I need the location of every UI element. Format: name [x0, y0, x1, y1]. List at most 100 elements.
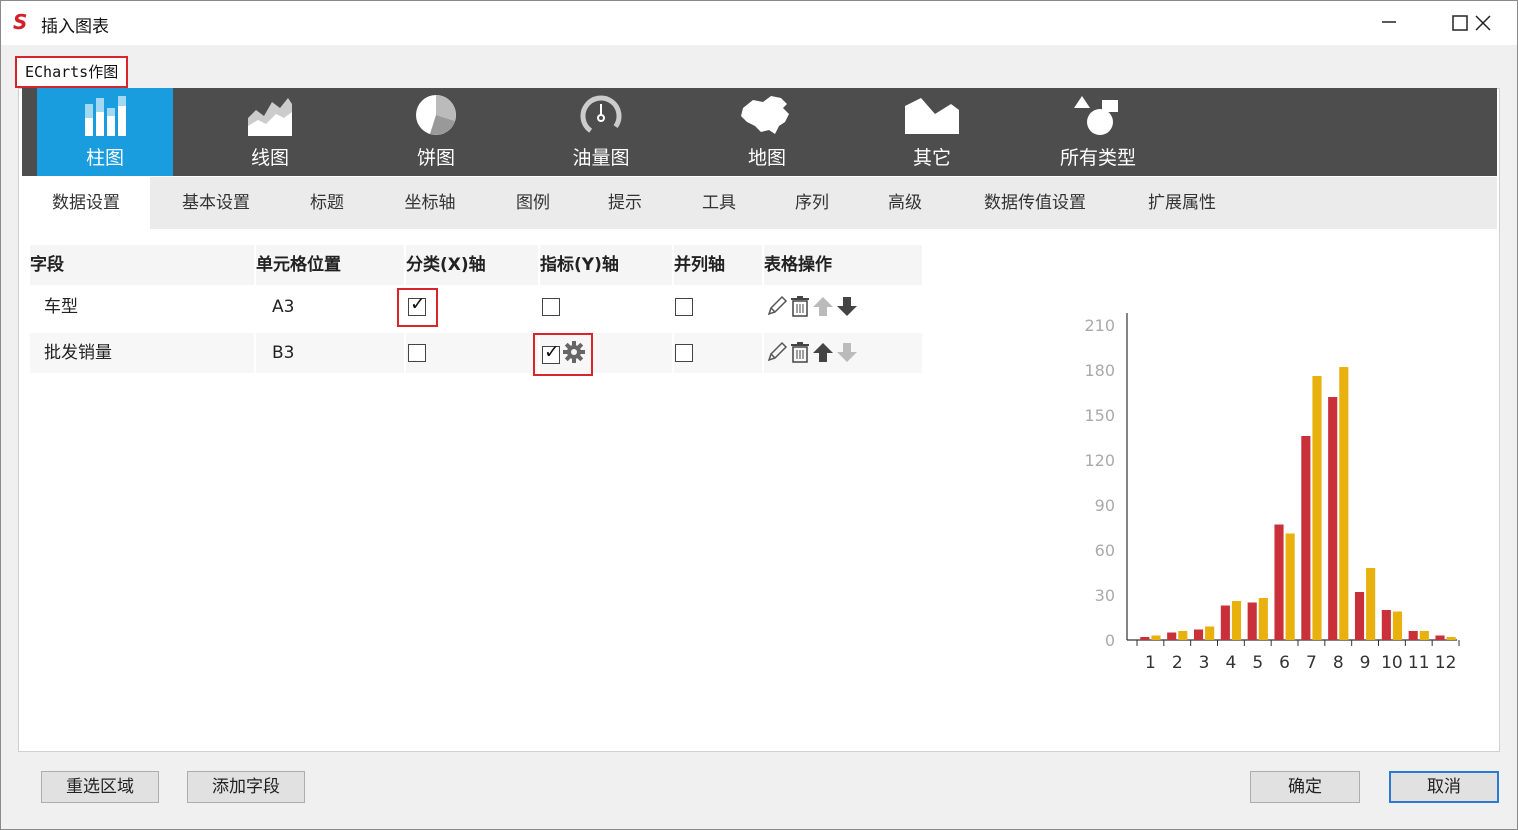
bar: [1446, 637, 1456, 640]
add-field-button[interactable]: 添加字段: [187, 771, 305, 803]
bar: [1381, 610, 1391, 640]
chart-preview: 03060901201501802101 2 3 4 5 6 7 8 9 10 11 12: [1084, 313, 1460, 673]
bar: [1285, 533, 1295, 640]
x-tick-label: 12: [1435, 653, 1457, 673]
x-tick-label: 1: [1145, 653, 1156, 673]
y-tick-label: 60: [1095, 541, 1115, 560]
bar-chart-icon: [85, 96, 126, 136]
chart-type-map[interactable]: 地图: [715, 88, 819, 176]
move-down-icon[interactable]: [836, 295, 858, 317]
y-tick-label: 120: [1084, 451, 1115, 470]
highlight-box: [533, 333, 593, 376]
y-tick-label: 30: [1095, 586, 1115, 605]
highlight-box: [397, 288, 438, 327]
bar: [1435, 635, 1445, 640]
row-actions: [766, 341, 858, 363]
bar: [1328, 397, 1338, 640]
x-tick-label: 9: [1360, 653, 1371, 673]
cancel-button[interactable]: 取消: [1389, 771, 1499, 803]
tab-series[interactable]: 序列: [777, 177, 847, 229]
bar: [1220, 605, 1230, 640]
y-axis-checkbox[interactable]: [542, 298, 560, 316]
x-tick-label: 8: [1333, 653, 1344, 673]
x-tick-label: 3: [1199, 653, 1210, 673]
chart-type-bar-chart[interactable]: 柱图: [37, 88, 173, 176]
tab-advanced[interactable]: 高级: [870, 177, 940, 229]
chart-type-pie-chart[interactable]: 饼图: [384, 88, 488, 176]
chart-type-all[interactable]: 所有类型: [1046, 88, 1150, 176]
ok-button[interactable]: 确定: [1250, 771, 1360, 803]
edit-pencil-icon[interactable]: [766, 295, 788, 317]
settings-tabs: 数据设置 基本设置 标题 坐标轴 图例 提示 工具 序列 高级 数据传值设置 扩…: [22, 177, 1497, 229]
chart-type-label: 其它: [912, 147, 951, 169]
minimize-button[interactable]: [1366, 0, 1412, 44]
move-up-icon: [813, 297, 833, 316]
chart-type-label: 所有类型: [1059, 147, 1136, 169]
tab-tooltip[interactable]: 提示: [590, 177, 660, 229]
edit-pencil-icon[interactable]: [766, 341, 788, 363]
line-chart-icon: [248, 98, 292, 136]
column-header-cell: 单元格位置: [256, 245, 404, 285]
chart-type-gauge[interactable]: 油量图: [549, 88, 653, 176]
bar: [1354, 592, 1365, 640]
tab-data-settings[interactable]: 数据设置: [22, 177, 150, 229]
chart-type-label: 饼图: [416, 147, 455, 169]
chart-type-other[interactable]: 其它: [880, 88, 984, 176]
column-header-field: 字段: [30, 245, 254, 285]
china-map-icon: [741, 96, 789, 134]
x-tick-label: 10: [1381, 653, 1403, 673]
window-title: 插入图表: [41, 17, 109, 37]
x-axis-checkbox[interactable]: [408, 344, 426, 362]
reselect-area-button[interactable]: 重选区域: [41, 771, 159, 803]
move-down-icon: [837, 343, 857, 362]
pie-chart-icon: [416, 95, 456, 135]
bar: [1366, 568, 1376, 640]
delete-trash-icon[interactable]: [790, 341, 810, 363]
row-cell-position: A3: [256, 287, 404, 327]
shapes-icon: [1074, 96, 1118, 135]
tab-legend[interactable]: 图例: [498, 177, 568, 229]
tab-extended-properties[interactable]: 扩展属性: [1134, 177, 1230, 229]
bar: [1339, 367, 1349, 640]
x-tick-label: 5: [1252, 653, 1263, 673]
other-chart-icon: [905, 98, 959, 134]
x-tick-label: 7: [1306, 653, 1317, 673]
move-up-icon[interactable]: [812, 341, 834, 363]
x-tick-label: 6: [1279, 653, 1290, 673]
chart-type-label: 油量图: [572, 147, 630, 169]
tab-tools[interactable]: 工具: [684, 177, 754, 229]
close-icon: [1475, 15, 1491, 31]
bar: [1151, 635, 1161, 640]
bar: [1301, 436, 1311, 640]
bar: [1231, 601, 1242, 640]
chart-type-line-chart[interactable]: 线图: [218, 88, 322, 176]
parallel-axis-checkbox[interactable]: [675, 298, 693, 316]
column-header-parallel: 并列轴: [674, 245, 762, 285]
column-header-x-axis: 分类(X)轴: [406, 245, 538, 285]
tab-title[interactable]: 标题: [292, 177, 362, 229]
y-tick-label: 210: [1084, 316, 1115, 335]
x-tick-label: 11: [1408, 653, 1430, 673]
bar: [1205, 626, 1215, 640]
chart-type-bar: 柱图 线图 饼图 油量图 地图 其它 所有类型: [22, 88, 1497, 176]
tab-axis[interactable]: 坐标轴: [390, 177, 470, 229]
bar: [1312, 376, 1322, 640]
chart-type-label: 线图: [250, 147, 289, 169]
bar: [1392, 611, 1403, 640]
tab-basic-settings[interactable]: 基本设置: [166, 177, 266, 229]
chart-type-label: 地图: [747, 147, 786, 169]
tab-data-transfer[interactable]: 数据传值设置: [972, 177, 1098, 229]
column-header-y-axis: 指标(Y)轴: [540, 245, 672, 285]
y-tick-label: 0: [1105, 631, 1115, 650]
row-actions: [766, 295, 858, 317]
close-button[interactable]: [1459, 1, 1505, 45]
y-tick-label: 90: [1095, 496, 1115, 515]
x-tick-label: 2: [1172, 653, 1183, 673]
row-cell-position: B3: [256, 333, 404, 373]
delete-trash-icon[interactable]: [790, 295, 810, 317]
row-field-name: 车型: [30, 287, 254, 327]
parallel-axis-checkbox[interactable]: [675, 344, 693, 362]
y-tick-label: 150: [1084, 406, 1115, 425]
gauge-icon: [580, 95, 622, 136]
x-tick-label: 4: [1226, 653, 1237, 673]
